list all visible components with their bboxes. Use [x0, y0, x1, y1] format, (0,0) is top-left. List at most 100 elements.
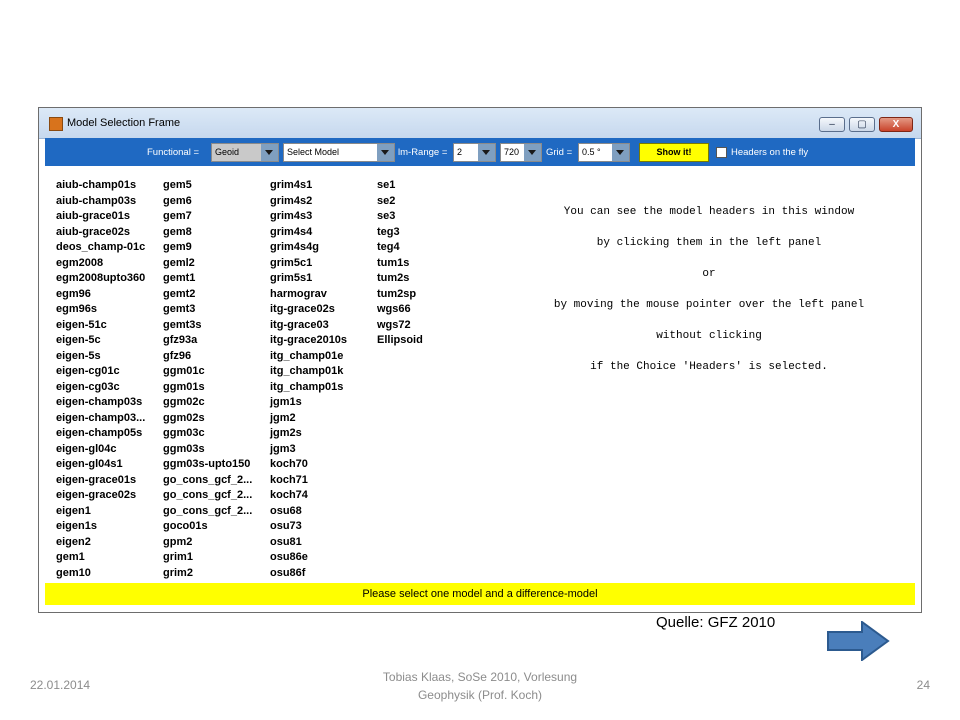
- model-list-item[interactable]: eigen-grace01s: [56, 473, 145, 489]
- model-list-item[interactable]: gfz93a: [163, 333, 252, 349]
- model-list-item[interactable]: teg3: [377, 225, 423, 241]
- show-it-button[interactable]: Show it!: [639, 143, 709, 162]
- model-list-item[interactable]: gem6: [163, 194, 252, 210]
- model-list-item[interactable]: go_cons_gcf_2...: [163, 473, 252, 489]
- model-list-item[interactable]: harmograv: [270, 287, 347, 303]
- lm-range-min-select[interactable]: 2: [453, 143, 496, 162]
- model-list-item[interactable]: eigen-champ03s: [56, 395, 145, 411]
- model-list-item[interactable]: eigen-cg01c: [56, 364, 145, 380]
- model-list-item[interactable]: eigen-5s: [56, 349, 145, 365]
- model-list-item[interactable]: egm96: [56, 287, 145, 303]
- model-list-item[interactable]: aiub-grace01s: [56, 209, 145, 225]
- model-list-item[interactable]: se1: [377, 178, 423, 194]
- model-list-item[interactable]: koch74: [270, 488, 347, 504]
- model-list-item[interactable]: deos_champ-01c: [56, 240, 145, 256]
- model-list-item[interactable]: gemt2: [163, 287, 252, 303]
- model-list-item[interactable]: grim4s2: [270, 194, 347, 210]
- model-list-item[interactable]: eigen-cg03c: [56, 380, 145, 396]
- model-list-item[interactable]: gemt1: [163, 271, 252, 287]
- model-list-item[interactable]: go_cons_gcf_2...: [163, 504, 252, 520]
- model-list-item[interactable]: itg_champ01e: [270, 349, 347, 365]
- model-list-item[interactable]: grim4s3: [270, 209, 347, 225]
- model-list-item[interactable]: itg-grace02s: [270, 302, 347, 318]
- model-list-item[interactable]: se2: [377, 194, 423, 210]
- model-list-item[interactable]: gem8: [163, 225, 252, 241]
- model-list-item[interactable]: gemt3: [163, 302, 252, 318]
- model-list-item[interactable]: geml2: [163, 256, 252, 272]
- functional-select[interactable]: Geoid: [211, 143, 279, 162]
- model-list-item[interactable]: koch70: [270, 457, 347, 473]
- model-list-item[interactable]: gem9: [163, 240, 252, 256]
- model-list-item[interactable]: tum2s: [377, 271, 423, 287]
- model-list-item[interactable]: grim4s1: [270, 178, 347, 194]
- model-list-item[interactable]: eigen-51c: [56, 318, 145, 334]
- model-list-item[interactable]: itg_champ01s: [270, 380, 347, 396]
- headers-checkbox[interactable]: [716, 147, 727, 158]
- model-list-item[interactable]: jgm1s: [270, 395, 347, 411]
- model-list-item[interactable]: tum1s: [377, 256, 423, 272]
- model-list-item[interactable]: eigen-5c: [56, 333, 145, 349]
- model-list-item[interactable]: eigen-champ05s: [56, 426, 145, 442]
- model-list-item[interactable]: wgs66: [377, 302, 423, 318]
- lm-range-max-select[interactable]: 720: [500, 143, 542, 162]
- model-list-item[interactable]: gem7: [163, 209, 252, 225]
- model-list-item[interactable]: gem1: [56, 550, 145, 566]
- model-list-item[interactable]: grim5c1: [270, 256, 347, 272]
- model-list-item[interactable]: goco01s: [163, 519, 252, 535]
- model-select[interactable]: Select Model: [283, 143, 395, 162]
- model-list-item[interactable]: Ellipsoid: [377, 333, 423, 349]
- model-list-item[interactable]: itg_champ01k: [270, 364, 347, 380]
- model-list-item[interactable]: wgs72: [377, 318, 423, 334]
- model-list-item[interactable]: osu73: [270, 519, 347, 535]
- model-list-item[interactable]: grim5s1: [270, 271, 347, 287]
- model-list-item[interactable]: itg-grace03: [270, 318, 347, 334]
- model-list-item[interactable]: eigen-gl04c: [56, 442, 145, 458]
- model-list-item[interactable]: go_cons_gcf_2...: [163, 488, 252, 504]
- model-list-item[interactable]: aiub-champ03s: [56, 194, 145, 210]
- model-list-item[interactable]: grim1: [163, 550, 252, 566]
- model-list-item[interactable]: itg-grace2010s: [270, 333, 347, 349]
- model-list-item[interactable]: gemt3s: [163, 318, 252, 334]
- model-list-item[interactable]: jgm2s: [270, 426, 347, 442]
- model-list-item[interactable]: gem10: [56, 566, 145, 582]
- model-list-item[interactable]: eigen1s: [56, 519, 145, 535]
- model-list-item[interactable]: aiub-grace02s: [56, 225, 145, 241]
- next-arrow-icon[interactable]: [826, 621, 890, 661]
- model-list-item[interactable]: ggm01c: [163, 364, 252, 380]
- model-list-item[interactable]: grim2: [163, 566, 252, 582]
- model-list-item[interactable]: jgm2: [270, 411, 347, 427]
- model-list-item[interactable]: osu68: [270, 504, 347, 520]
- model-list-item[interactable]: eigen2: [56, 535, 145, 551]
- model-list-item[interactable]: ggm03c: [163, 426, 252, 442]
- close-button[interactable]: X: [879, 117, 913, 132]
- grid-select[interactable]: 0.5 °: [578, 143, 630, 162]
- model-list-item[interactable]: ggm03s: [163, 442, 252, 458]
- model-list-item[interactable]: eigen-gl04s1: [56, 457, 145, 473]
- model-list-item[interactable]: gem5: [163, 178, 252, 194]
- model-list-item[interactable]: jgm3: [270, 442, 347, 458]
- model-list-item[interactable]: egm96s: [56, 302, 145, 318]
- model-list-item[interactable]: grim4s4g: [270, 240, 347, 256]
- model-list-item[interactable]: eigen-grace02s: [56, 488, 145, 504]
- model-list-item[interactable]: gfz96: [163, 349, 252, 365]
- maximize-button[interactable]: ▢: [849, 117, 875, 132]
- model-list-item[interactable]: osu86f: [270, 566, 347, 582]
- model-list-item[interactable]: osu81: [270, 535, 347, 551]
- model-list-item[interactable]: ggm03s-upto150: [163, 457, 252, 473]
- model-list-item[interactable]: grim4s4: [270, 225, 347, 241]
- model-list-item[interactable]: eigen-champ03...: [56, 411, 145, 427]
- model-list-item[interactable]: egm2008: [56, 256, 145, 272]
- model-list-item[interactable]: ggm02s: [163, 411, 252, 427]
- model-list-item[interactable]: koch71: [270, 473, 347, 489]
- model-list-item[interactable]: gpm2: [163, 535, 252, 551]
- model-list-item[interactable]: ggm01s: [163, 380, 252, 396]
- model-list-item[interactable]: aiub-champ01s: [56, 178, 145, 194]
- model-list-item[interactable]: eigen1: [56, 504, 145, 520]
- model-list-item[interactable]: se3: [377, 209, 423, 225]
- model-list-item[interactable]: teg4: [377, 240, 423, 256]
- minimize-button[interactable]: –: [819, 117, 845, 132]
- model-list-item[interactable]: egm2008upto360: [56, 271, 145, 287]
- model-list-item[interactable]: ggm02c: [163, 395, 252, 411]
- model-list-item[interactable]: osu86e: [270, 550, 347, 566]
- model-list-item[interactable]: tum2sp: [377, 287, 423, 303]
